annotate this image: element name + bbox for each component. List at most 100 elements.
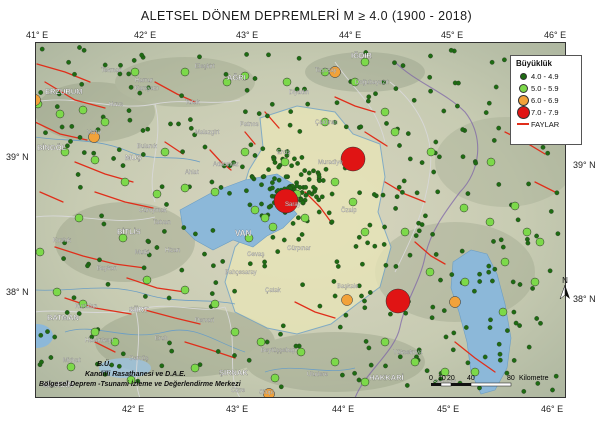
epicenter-marker (278, 331, 283, 337)
epicenter-marker (358, 124, 364, 130)
epicenter-marker (105, 281, 111, 287)
lon-label-bottom-43: 43° E (226, 404, 249, 414)
epicenter-marker (397, 143, 402, 148)
epicenter-marker (126, 71, 132, 77)
epicenter-marker (463, 325, 469, 330)
epicenter-marker (477, 279, 483, 284)
epicenter-marker (120, 163, 126, 168)
epicenter-marker (270, 234, 276, 240)
epicenter-marker (85, 263, 90, 269)
place-label: Ahlat (185, 170, 199, 176)
epicenter-marker (400, 63, 406, 68)
epicenter-marker (367, 290, 373, 295)
epicenter-marker (486, 100, 492, 106)
lon-label-top-42: 42° E (134, 30, 157, 40)
epicenter-marker (139, 52, 145, 58)
epicenter-marker (262, 263, 268, 269)
epicenter-marker (71, 295, 77, 301)
legend-item: 6.0 - 6.9 (511, 94, 581, 106)
epicenter-marker (54, 104, 60, 109)
place-label: Eruh (155, 336, 168, 342)
epicenter-marker (240, 147, 250, 157)
lon-label-top-41: 41° E (26, 30, 49, 40)
epicenter-marker (140, 152, 146, 157)
epicenter-marker (250, 174, 255, 180)
epicenter-marker (393, 264, 399, 269)
epicenter-marker (141, 265, 147, 271)
epicenter-marker (202, 144, 208, 150)
epicenter-marker (372, 243, 378, 249)
epicenter-marker (359, 293, 364, 299)
epicenter-marker (77, 135, 83, 140)
epicenter-marker (220, 259, 226, 264)
epicenter-marker (232, 288, 237, 294)
epicenter-marker (252, 76, 258, 81)
epicenter-marker (38, 90, 44, 95)
epicenter-marker (266, 204, 272, 210)
epicenter-marker (505, 328, 510, 333)
legend-label: 4.0 - 4.9 (531, 71, 559, 81)
epicenter-marker (256, 337, 266, 347)
epicenter-marker (496, 341, 502, 347)
epicenter-marker (419, 160, 425, 165)
place-label: Gevaş (247, 252, 264, 258)
epicenter-marker (167, 340, 172, 346)
epicenter-marker (188, 125, 194, 131)
epicenter-marker (363, 339, 369, 344)
epicenter-marker (334, 100, 340, 106)
epicenter-marker (405, 131, 411, 136)
epicenter-marker (209, 291, 215, 296)
epicenter-marker (430, 304, 436, 310)
epicenter-marker (272, 176, 277, 181)
epicenter-marker (554, 190, 560, 196)
place-label: Çaldıran (315, 120, 338, 126)
epicenter-marker (482, 354, 488, 360)
epicenter-marker (483, 110, 489, 115)
epicenter-marker (555, 231, 561, 237)
epicenter-marker (394, 194, 400, 200)
scale-tick: 10 (438, 375, 446, 382)
epicenter-marker (472, 288, 477, 294)
epicenter-marker (280, 157, 290, 167)
epicenter-marker (433, 139, 439, 145)
epicenter-marker (248, 142, 254, 148)
epicenter-marker (300, 200, 306, 205)
epicenter-marker (193, 231, 198, 237)
scale-tick: 40 (467, 375, 475, 382)
epicenter-marker (265, 113, 270, 119)
epicenter-marker (491, 239, 496, 244)
epicenter-marker (180, 183, 190, 193)
epicenter-marker (283, 174, 289, 180)
epicenter-marker (511, 309, 517, 315)
epicenter-marker (535, 237, 545, 247)
place-label: Mutki (135, 250, 149, 256)
epicenter-marker (288, 109, 294, 114)
place-label: Gürpınar (287, 246, 311, 252)
epicenter-marker (102, 62, 108, 68)
epicenter-marker (430, 231, 435, 237)
epicenter-marker (496, 125, 502, 131)
epicenter-marker (120, 351, 126, 357)
epicenter-marker (334, 259, 340, 265)
epicenter-marker (545, 150, 551, 156)
epicenter-marker (39, 46, 45, 52)
epicenter-marker (497, 351, 503, 357)
epicenter-marker (77, 45, 82, 50)
place-label: Uludere (307, 372, 329, 378)
epicenter-marker (428, 53, 433, 59)
place-label: ERZURUM (45, 87, 83, 96)
epicenter-marker (368, 362, 374, 368)
epicenter-marker (459, 248, 465, 254)
epicenter-marker (371, 192, 377, 197)
epicenter-marker (116, 147, 122, 153)
epicenter-marker (99, 213, 104, 219)
place-label: Patnos (240, 122, 259, 128)
place-label: Malazgirt (195, 130, 220, 136)
epicenter-marker (276, 177, 282, 183)
epicenter-marker (388, 311, 393, 317)
epicenter-marker (247, 202, 253, 208)
epicenter-marker (218, 185, 224, 190)
place-label: Varto (87, 130, 102, 136)
epicenter-marker (289, 163, 294, 169)
epicenter-marker (403, 310, 409, 316)
